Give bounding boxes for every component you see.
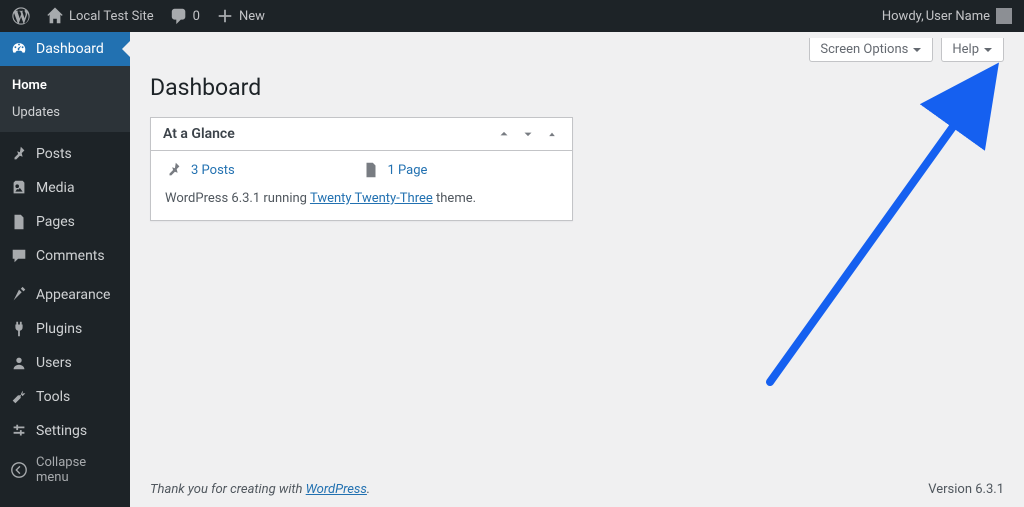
settings-icon [10,422,28,440]
move-down-button[interactable] [520,126,536,142]
wp-version-suffix: theme. [433,191,476,206]
home-icon [46,7,64,25]
sidebar-item-label: Posts [36,146,72,162]
sidebar-item-tools[interactable]: Tools [0,380,130,414]
sidebar-item-label: Collapse menu [36,455,120,485]
caret-down-icon [912,45,922,55]
screen-options-button[interactable]: Screen Options [809,38,933,62]
sidebar-item-comments[interactable]: Comments [0,239,130,273]
at-a-glance-widget: At a Glance 3 Posts 1 Page [150,117,573,221]
admin-footer: Thank you for creating with WordPress. V… [130,472,1024,507]
sidebar-item-plugins[interactable]: Plugins [0,312,130,346]
media-icon [10,179,28,197]
footer-suffix: . [367,482,370,497]
caret-down-icon [983,45,993,55]
wp-version-prefix: WordPress 6.3.1 running [165,191,310,206]
user-name: User Name [926,9,990,24]
theme-link[interactable]: Twenty Twenty-Three [310,191,433,206]
appearance-icon [10,286,28,304]
comments-icon [170,7,188,25]
avatar [996,8,1012,24]
wp-version-text: WordPress 6.3.1 running Twenty Twenty-Th… [165,191,558,206]
sidebar-item-users[interactable]: Users [0,346,130,380]
new-content-menu[interactable]: New [208,0,273,32]
widget-header: At a Glance [151,118,572,151]
collapse-icon [10,461,28,479]
comments-count: 0 [193,9,200,24]
sidebar-submenu-dashboard: Home Updates [0,66,130,132]
sidebar-subitem-updates[interactable]: Updates [0,99,130,126]
chevron-up-icon [497,127,511,141]
sidebar-item-label: Dashboard [36,41,104,57]
sidebar-item-label: Comments [36,248,105,264]
comments-icon [10,247,28,265]
widget-title: At a Glance [163,126,235,142]
comments-menu[interactable]: 0 [162,0,208,32]
sidebar-item-settings[interactable]: Settings [0,414,130,448]
screen-options-label: Screen Options [820,42,908,57]
annotation-arrow [750,62,1010,392]
pin-icon [165,161,183,179]
howdy-prefix: Howdy, [882,9,924,24]
site-name-menu[interactable]: Local Test Site [38,0,162,32]
pages-icon [362,161,380,179]
caret-up-icon [545,127,559,141]
sidebar-subitem-home[interactable]: Home [0,72,130,99]
toggle-button[interactable] [544,126,560,142]
my-account-menu[interactable]: Howdy, User Name [882,8,1016,24]
help-button[interactable]: Help [941,38,1004,62]
sidebar-item-posts[interactable]: Posts [0,137,130,171]
dashboard-icon [10,40,28,58]
footer-prefix: Thank you for creating with [150,482,306,497]
admin-sidebar: Dashboard Home Updates Posts Media Pages… [0,32,130,507]
sidebar-item-label: Settings [36,423,87,439]
main-content: Screen Options Help Dashboard At a Glanc… [130,32,1024,507]
sidebar-item-label: Tools [36,389,70,405]
screen-meta-links: Screen Options Help [809,38,1004,62]
posts-count-link[interactable]: 3 Posts [191,163,235,178]
sidebar-item-label: Plugins [36,321,82,337]
adminbar: Local Test Site 0 New Howdy, User Name [0,0,1024,32]
wp-logo-menu[interactable] [4,0,38,32]
wordpress-logo-icon [12,7,30,25]
pages-icon [10,213,28,231]
site-name: Local Test Site [69,9,154,24]
chevron-down-icon [521,127,535,141]
footer-wordpress-link[interactable]: WordPress [306,482,367,497]
plus-icon [216,7,234,25]
page-title: Dashboard [150,74,1004,101]
footer-version: Version 6.3.1 [928,482,1004,497]
sidebar-item-pages[interactable]: Pages [0,205,130,239]
help-label: Help [952,42,979,57]
sidebar-item-dashboard[interactable]: Dashboard [0,32,130,66]
pages-count-link[interactable]: 1 Page [388,163,428,178]
plug-icon [10,320,28,338]
user-icon [10,354,28,372]
sidebar-item-appearance[interactable]: Appearance [0,278,130,312]
sidebar-item-label: Pages [36,214,75,230]
sidebar-item-label: Media [36,180,75,196]
sidebar-item-label: Users [36,355,72,371]
move-up-button[interactable] [496,126,512,142]
new-label: New [239,9,265,24]
sidebar-item-collapse[interactable]: Collapse menu [0,453,130,487]
tools-icon [10,388,28,406]
sidebar-item-label: Appearance [36,287,110,303]
sidebar-item-media[interactable]: Media [0,171,130,205]
pin-icon [10,145,28,163]
